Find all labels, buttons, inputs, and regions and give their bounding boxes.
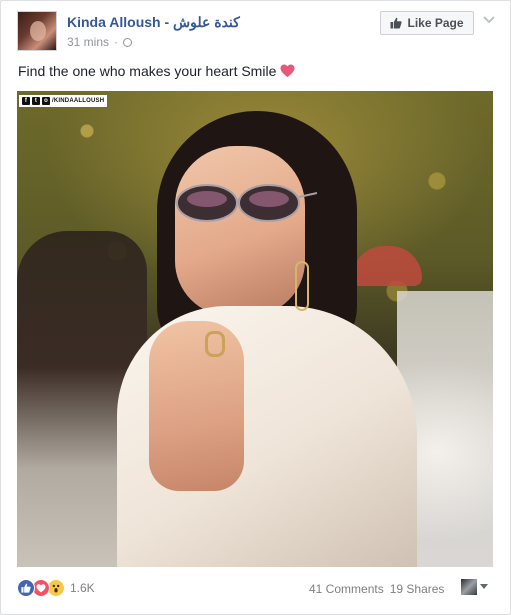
like-icon	[17, 579, 35, 597]
instagram-icon: o	[42, 97, 50, 105]
interact-as-selector[interactable]	[461, 579, 488, 595]
pink-heart-emoji	[280, 64, 295, 78]
post-caption: Find the one who makes your heart Smile	[18, 63, 295, 79]
reaction-count: 1.6K	[70, 581, 95, 595]
watermark-text: /KINDAALLOUSH	[52, 98, 105, 104]
like-page-label: Like Page	[407, 16, 464, 30]
caption-text: Find the one who makes your heart Smile	[18, 63, 277, 79]
photo-sunglasses	[176, 184, 317, 222]
page-avatar[interactable]	[17, 11, 57, 51]
photo-watermark: f t o /KINDAALLOUSH	[19, 95, 108, 107]
post-card: Kinda Alloush - كندة علوش 31 mins · Like…	[0, 0, 511, 615]
thumbs-up-icon	[390, 17, 403, 29]
like-page-button[interactable]: Like Page	[380, 11, 474, 35]
reactions-summary[interactable]: 1.6K	[17, 579, 95, 597]
chevron-down-icon[interactable]	[482, 15, 496, 25]
photo-earring	[295, 261, 309, 311]
shares-count-link[interactable]: 19 Shares	[390, 582, 445, 596]
comments-count-link[interactable]: 41 Comments	[309, 582, 384, 596]
twitter-icon: t	[32, 97, 40, 105]
globe-icon[interactable]	[123, 37, 133, 47]
page-name-link[interactable]: Kinda Alloush - كندة علوش	[67, 14, 240, 31]
photo-subject-hands	[149, 321, 244, 491]
actor-avatar	[461, 579, 477, 595]
post-footer: 1.6K 41 Comments 19 Shares	[17, 579, 497, 601]
timestamp-link[interactable]: 31 mins	[67, 35, 109, 49]
post-header: Kinda Alloush - كندة علوش 31 mins · Like…	[17, 11, 497, 53]
post-photo[interactable]: f t o /KINDAALLOUSH	[17, 91, 493, 567]
engagement-counts: 41 Comments 19 Shares	[309, 582, 444, 596]
post-meta: 31 mins ·	[67, 35, 133, 49]
photo-subject-face	[175, 146, 305, 316]
caret-down-icon	[480, 584, 488, 589]
facebook-icon: f	[22, 97, 30, 105]
photo-ring	[205, 331, 225, 357]
